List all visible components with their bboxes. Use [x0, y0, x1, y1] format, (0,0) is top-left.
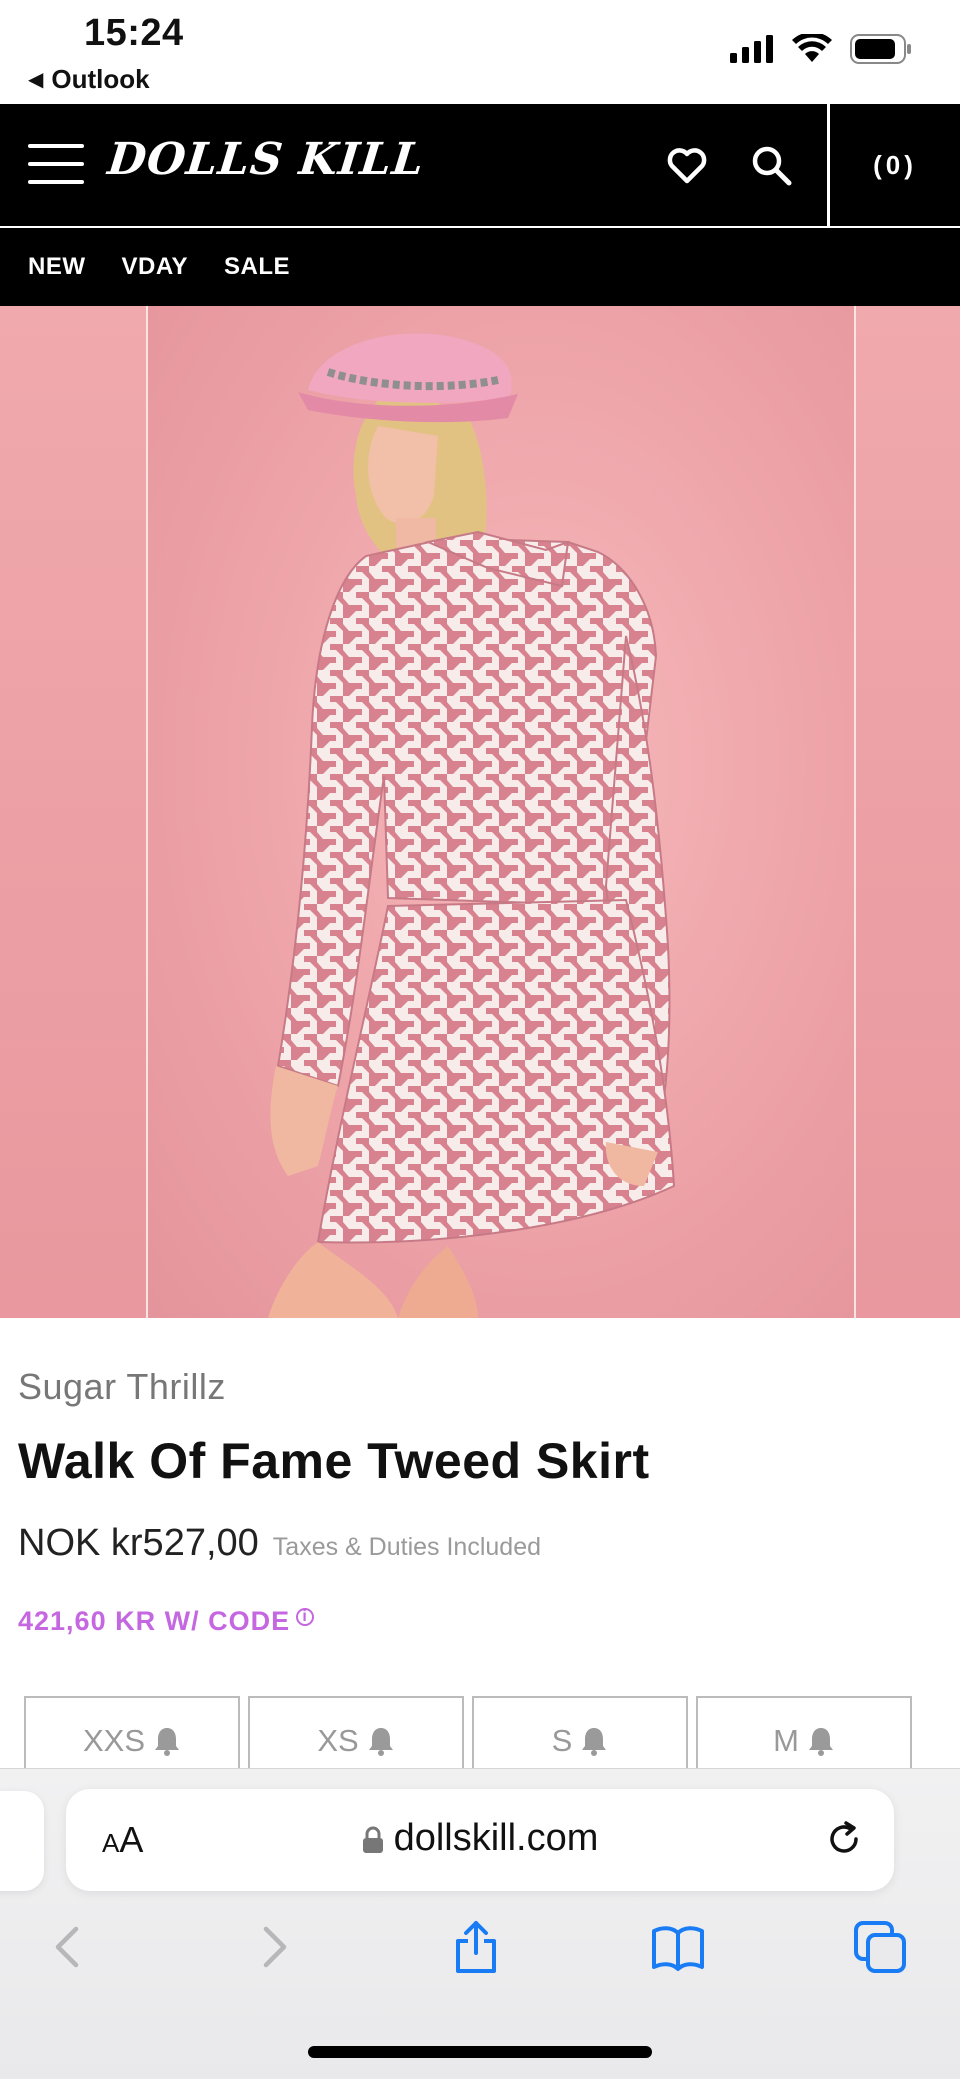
bell-icon: [582, 1728, 607, 1756]
forward-icon[interactable]: [246, 1919, 302, 1975]
product-photo[interactable]: [146, 306, 856, 1318]
menu-icon[interactable]: [28, 144, 84, 184]
model-illustration: [268, 333, 676, 1318]
bell-icon: [368, 1728, 393, 1756]
bookmarks-icon[interactable]: [650, 1919, 706, 1975]
previous-slide-peek[interactable]: [0, 306, 146, 1318]
bell-icon: [155, 1728, 180, 1756]
site-logo[interactable]: DOLLS KILL: [105, 134, 427, 185]
reload-icon[interactable]: [824, 1819, 864, 1859]
size-label: XS: [317, 1723, 359, 1758]
cart-button[interactable]: (0): [830, 104, 960, 226]
home-indicator[interactable]: [308, 2046, 652, 2058]
price-row: NOK kr527,00 Taxes & Duties Included: [18, 1522, 541, 1565]
signal-icon: [730, 35, 773, 63]
browser-bottom-bar: AA dollskill.com: [0, 1768, 960, 2079]
tax-note: Taxes & Duties Included: [272, 1533, 541, 1561]
heart-icon[interactable]: [664, 142, 710, 188]
product-image-carousel[interactable]: [0, 306, 960, 1318]
back-to-app-button[interactable]: ◀ Outlook: [28, 64, 150, 95]
tabs-icon[interactable]: [852, 1919, 908, 1975]
product-price: NOK kr527,00: [18, 1522, 259, 1564]
status-time: 15:24: [84, 12, 184, 54]
back-app-label: Outlook: [51, 64, 150, 94]
url-text: dollskill.com: [393, 1817, 599, 1859]
promo-text: 421,60 KR W/ CODE: [18, 1606, 291, 1636]
battery-icon: [850, 34, 911, 64]
nav-item-vday[interactable]: VDAY: [122, 253, 188, 281]
category-nav: NEW VDAY SALE: [0, 226, 960, 306]
url-display[interactable]: dollskill.com: [66, 1817, 894, 1860]
address-bar[interactable]: AA dollskill.com: [66, 1789, 894, 1891]
size-label: XXS: [82, 1723, 146, 1758]
promo-price[interactable]: 421,60 KR W/ CODE i: [18, 1606, 315, 1637]
share-icon[interactable]: [448, 1919, 504, 1975]
lock-icon: [362, 1826, 383, 1853]
nav-item-new[interactable]: NEW: [28, 253, 86, 281]
back-icon[interactable]: [40, 1919, 96, 1975]
status-bar: 15:24 ◀ Outlook: [0, 0, 960, 104]
back-triangle-icon: ◀: [28, 69, 44, 91]
next-slide-peek[interactable]: [856, 306, 960, 1318]
nav-item-sale[interactable]: SALE: [224, 253, 290, 281]
status-icons: [730, 34, 912, 64]
site-header: DOLLS KILL (0): [0, 104, 960, 226]
bell-icon: [808, 1728, 833, 1756]
previous-tab-peek[interactable]: [0, 1791, 44, 1891]
size-label: S: [551, 1723, 573, 1758]
info-icon[interactable]: i: [296, 1608, 315, 1626]
product-title: Walk Of Fame Tweed Skirt: [18, 1433, 650, 1489]
product-brand[interactable]: Sugar Thrillz: [18, 1366, 226, 1408]
wifi-icon: [792, 34, 832, 62]
search-icon[interactable]: [748, 142, 794, 188]
size-label: M: [773, 1723, 799, 1758]
